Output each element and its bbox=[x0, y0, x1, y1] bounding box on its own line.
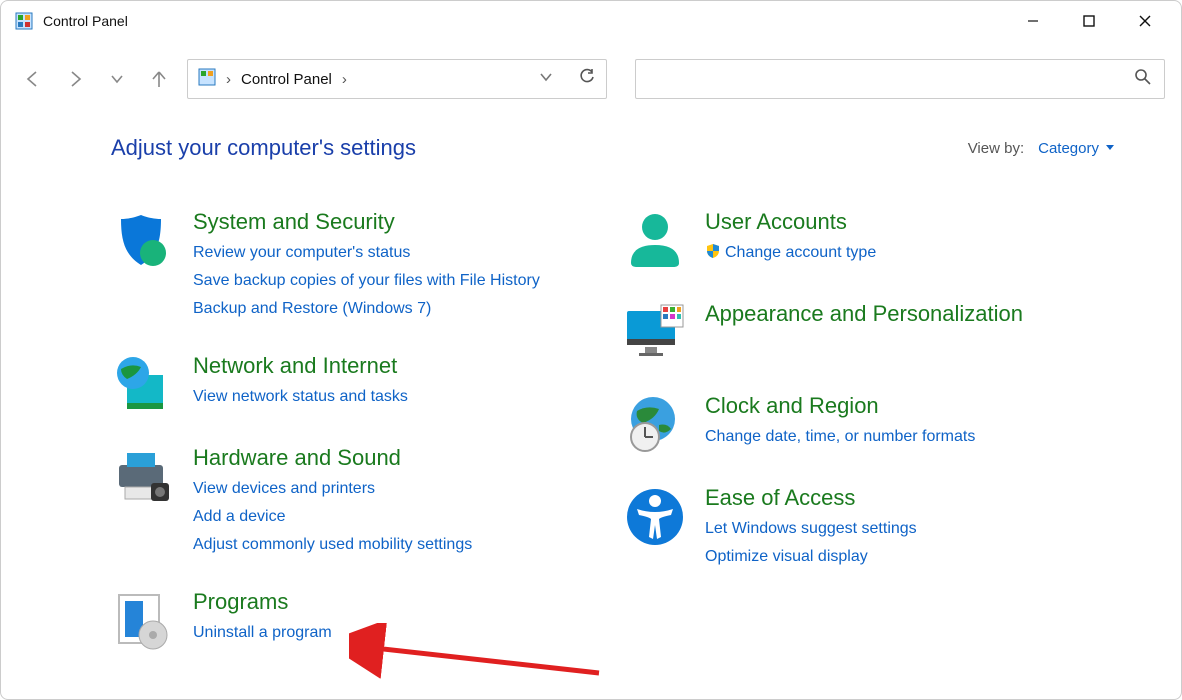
refresh-button[interactable] bbox=[578, 68, 596, 90]
toolbar: › Control Panel › bbox=[1, 41, 1181, 117]
page-title: Adjust your computer's settings bbox=[111, 135, 416, 161]
forward-button[interactable] bbox=[65, 69, 85, 89]
link-optimize-display[interactable]: Optimize visual display bbox=[705, 545, 1115, 569]
category-clock-region[interactable]: Clock and Region bbox=[705, 393, 1115, 419]
category-network-internet[interactable]: Network and Internet bbox=[193, 353, 603, 379]
up-button[interactable] bbox=[149, 69, 169, 89]
search-input[interactable] bbox=[648, 71, 1134, 88]
link-review-status[interactable]: Review your computer's status bbox=[193, 241, 603, 265]
link-change-date-time[interactable]: Change date, time, or number formats bbox=[705, 425, 1115, 449]
viewby-value: Category bbox=[1038, 140, 1099, 157]
link-windows-suggest[interactable]: Let Windows suggest settings bbox=[705, 517, 1115, 541]
link-add-device[interactable]: Add a device bbox=[193, 505, 603, 529]
monitor-icon bbox=[623, 301, 687, 365]
shield-icon bbox=[111, 209, 175, 273]
chevron-right-icon: › bbox=[226, 71, 231, 88]
chevron-right-icon: › bbox=[342, 71, 347, 88]
link-backup-restore[interactable]: Backup and Restore (Windows 7) bbox=[193, 297, 603, 321]
address-dropdown-icon[interactable] bbox=[538, 69, 554, 89]
search-bar[interactable] bbox=[635, 59, 1165, 99]
search-icon[interactable] bbox=[1134, 68, 1152, 90]
control-panel-icon bbox=[198, 68, 216, 90]
breadcrumb-item[interactable]: Control Panel bbox=[241, 71, 332, 88]
category-system-security[interactable]: System and Security bbox=[193, 209, 603, 235]
clock-globe-icon bbox=[623, 393, 687, 457]
category-hardware-sound[interactable]: Hardware and Sound bbox=[193, 445, 603, 471]
maximize-button[interactable] bbox=[1061, 1, 1117, 41]
viewby-dropdown[interactable]: Category bbox=[1038, 140, 1115, 157]
link-file-history[interactable]: Save backup copies of your files with Fi… bbox=[193, 269, 603, 293]
category-ease-of-access[interactable]: Ease of Access bbox=[705, 485, 1115, 511]
category-user-accounts[interactable]: User Accounts bbox=[705, 209, 1115, 235]
category-programs[interactable]: Programs bbox=[193, 589, 603, 615]
close-button[interactable] bbox=[1117, 1, 1173, 41]
globe-icon bbox=[111, 353, 175, 417]
link-network-status[interactable]: View network status and tasks bbox=[193, 385, 603, 409]
control-panel-icon bbox=[15, 12, 33, 30]
recent-dropdown[interactable] bbox=[107, 69, 127, 89]
window-title: Control Panel bbox=[43, 13, 128, 29]
printer-icon bbox=[111, 445, 175, 509]
link-uninstall-program[interactable]: Uninstall a program bbox=[193, 621, 603, 645]
back-button[interactable] bbox=[23, 69, 43, 89]
link-devices-printers[interactable]: View devices and printers bbox=[193, 477, 603, 501]
uac-shield-icon bbox=[705, 243, 721, 259]
programs-icon bbox=[111, 589, 175, 653]
minimize-button[interactable] bbox=[1005, 1, 1061, 41]
user-icon bbox=[623, 209, 687, 273]
accessibility-icon bbox=[623, 485, 687, 549]
titlebar: Control Panel bbox=[1, 1, 1181, 41]
viewby-label: View by: bbox=[968, 140, 1024, 157]
link-change-account-type[interactable]: Change account type bbox=[705, 241, 1115, 265]
address-bar[interactable]: › Control Panel › bbox=[187, 59, 607, 99]
link-mobility-settings[interactable]: Adjust commonly used mobility settings bbox=[193, 533, 603, 557]
category-appearance[interactable]: Appearance and Personalization bbox=[705, 301, 1115, 327]
